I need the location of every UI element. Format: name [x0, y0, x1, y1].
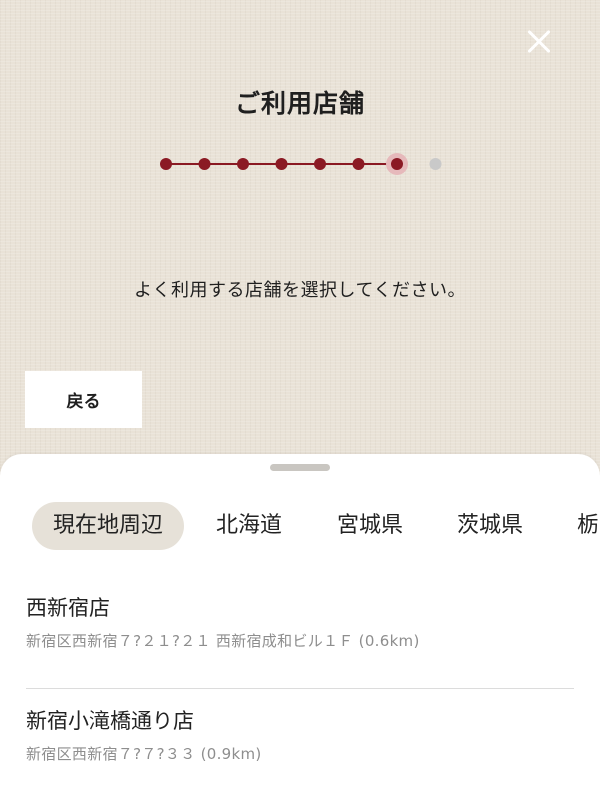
store-name: 新宿小滝橋通り店: [26, 709, 194, 733]
tab-miyagi[interactable]: 宮城県: [337, 502, 403, 550]
progress-stepper: [160, 153, 442, 175]
tab-ibaraki[interactable]: 茨城県: [457, 502, 523, 550]
tab-current-location[interactable]: 現在地周辺: [32, 502, 184, 550]
tab-hokkaido[interactable]: 北海道: [216, 502, 282, 550]
step-dot: [160, 158, 172, 170]
instruction-text: よく利用する店舗を選択してください。: [134, 280, 466, 301]
step-dot: [391, 158, 403, 170]
store-name: 西新宿店: [26, 596, 110, 620]
close-icon[interactable]: [522, 24, 556, 58]
back-button[interactable]: 戻る: [25, 371, 142, 428]
step-dot: [275, 158, 288, 170]
store-address: 新宿区西新宿７?２１?２１ 西新宿成和ビル１Ｆ (0.6km): [26, 632, 420, 650]
sheet-drag-handle[interactable]: [270, 464, 330, 471]
step-dot: [237, 158, 249, 170]
store-address: 新宿区西新宿７?７?３３ (0.9km): [26, 745, 262, 763]
region-tabs: 現在地周辺 北海道 宮城県 茨城県 栃: [0, 502, 600, 552]
store-selection-sheet: 現在地周辺 北海道 宮城県 茨城県 栃 西新宿店 新宿区西新宿７?２１?２１ 西…: [0, 454, 600, 800]
step-dot: [429, 158, 442, 170]
store-list-item[interactable]: 西新宿店 新宿区西新宿７?２１?２１ 西新宿成和ビル１Ｆ (0.6km): [0, 576, 600, 689]
tab-tochigi[interactable]: 栃: [577, 502, 599, 550]
step-dot: [352, 158, 365, 170]
store-list-item[interactable]: 新宿小滝橋通り店 新宿区西新宿７?７?３３ (0.9km): [0, 689, 600, 800]
step-dot: [198, 158, 211, 170]
store-list: 西新宿店 新宿区西新宿７?２１?２１ 西新宿成和ビル１Ｆ (0.6km) 新宿小…: [0, 576, 600, 800]
page-title: ご利用店舗: [234, 89, 365, 118]
step-dot: [314, 158, 326, 170]
